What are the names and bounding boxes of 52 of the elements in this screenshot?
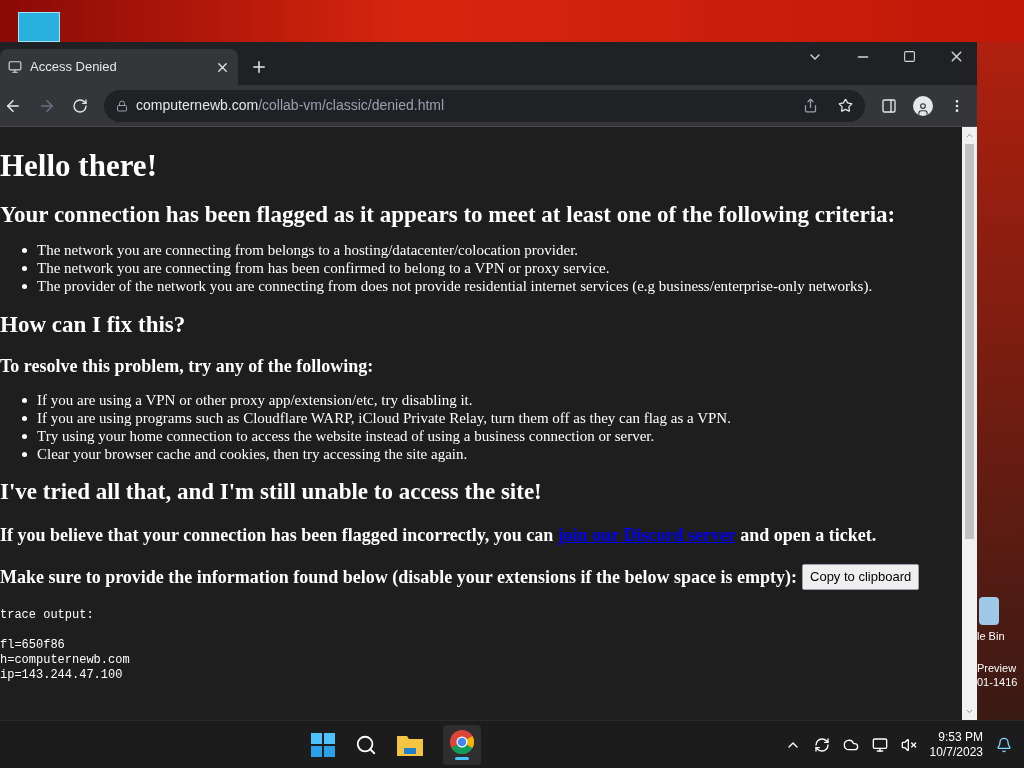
bookmark-star-icon[interactable] <box>838 98 853 113</box>
provide-info-text: Make sure to provide the information found below (disable your extensions if the below space is empty): <box>0 565 797 588</box>
bullet-icon <box>22 451 27 457</box>
side-panel-icon[interactable] <box>881 97 897 114</box>
section-heading: Your connection has been flagged as it appears to meet at least one of the following criteria: <box>0 201 897 229</box>
browser-logo-icon <box>450 729 475 754</box>
section-heading: How can I fix this? <box>0 311 187 339</box>
trace-line: h=computernewb.com <box>0 652 131 668</box>
bullet-icon <box>22 433 27 439</box>
clock-time[interactable]: 9:53 PM <box>938 729 983 745</box>
tab-title: Access Denied <box>30 58 118 77</box>
favicon-icon <box>8 60 22 74</box>
search-icon[interactable] <box>355 733 378 756</box>
new-tab-icon[interactable] <box>250 58 268 76</box>
step-item: If you are using programs such as Cloudflare WARP, iCloud Private Relay, turn them off as they can flag as a VPN. <box>37 409 731 427</box>
bullet-icon <box>22 283 27 289</box>
notification-icon[interactable] <box>996 736 1012 753</box>
step-item: Try using your home connection to access the website instead of using a business connection or server. <box>37 427 655 445</box>
criteria-item: The network you are connecting from belongs to a hosting/datacenter/colocation provider. <box>37 241 579 259</box>
section-heading: I've tried all that, and I'm still unable to access the site! <box>0 478 543 506</box>
clock-date[interactable]: 10/7/2023 <box>929 744 983 760</box>
muted-volume-icon[interactable] <box>900 736 917 753</box>
bullet-icon <box>22 265 27 271</box>
sync-icon[interactable] <box>813 736 830 753</box>
share-icon[interactable] <box>803 98 818 113</box>
desktop-icon-label: le Bin <box>977 629 1005 643</box>
trace-line: ip=143.244.47.100 <box>0 667 124 683</box>
trace-label: trace output: <box>0 607 95 623</box>
maximize-icon[interactable] <box>903 50 916 63</box>
desktop-icon-label: Preview <box>977 661 1017 675</box>
desktop-icon-label: 01-1416 <box>977 675 1018 689</box>
folder-icon[interactable] <box>397 733 424 756</box>
lock-icon <box>116 99 128 112</box>
page-title: Hello there! <box>0 147 158 185</box>
flagged-paragraph: If you believe that your connection has been flagged incorrectly, you can join our Discord server and open a ticket. <box>0 524 878 546</box>
profile-icon[interactable] <box>913 95 933 116</box>
trace-line: fl=650f86 <box>0 637 66 653</box>
reload-icon[interactable] <box>72 97 88 114</box>
step-item: If you are using a VPN or other proxy app/extension/etc, try disabling it. <box>37 391 473 409</box>
criteria-item: The network you are connecting from has been confirmed to belong to a VPN or proxy service. <box>37 259 610 277</box>
url-text: computernewb.com/collab-vm/classic/denied.html <box>136 96 446 115</box>
bullet-icon <box>22 397 27 403</box>
browser-taskbar-button[interactable] <box>443 724 482 765</box>
start-icon[interactable] <box>311 732 336 757</box>
bullet-icon <box>22 247 27 253</box>
subheading: To resolve this problem, try any of the following: <box>0 355 375 377</box>
browser-tab[interactable]: Access Denied <box>0 49 238 85</box>
bullet-icon <box>22 415 27 421</box>
address-bar[interactable]: computernewb.com/collab-vm/classic/denied.html <box>104 89 865 122</box>
step-item: Clear your browser cache and cookies, then try accessing the site again. <box>37 445 468 463</box>
criteria-item: The provider of the network you are connecting from does not provide residential internet services (e.g business/enterprise-only networks). <box>37 277 873 295</box>
copy-button[interactable]: Copy to clipboard <box>802 564 920 590</box>
